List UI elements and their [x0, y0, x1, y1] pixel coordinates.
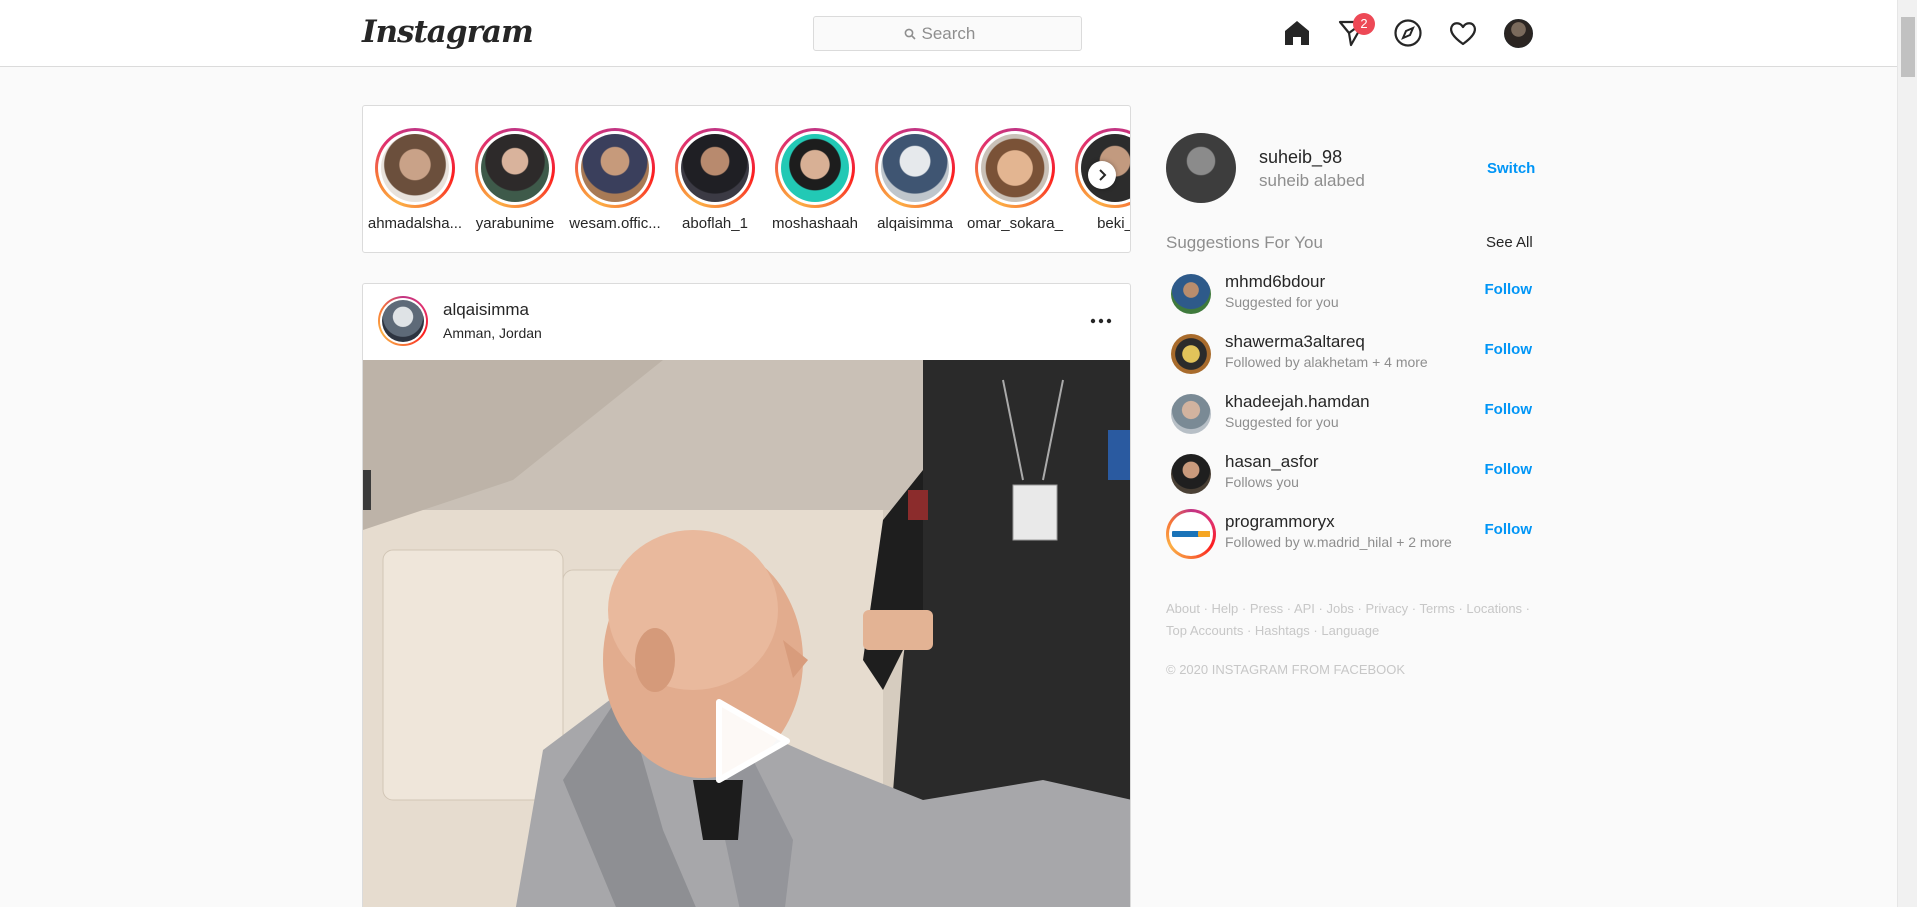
- suggestion-username[interactable]: khadeejah.hamdan: [1225, 392, 1370, 412]
- suggestion-avatar[interactable]: [1171, 454, 1211, 494]
- suggestion-avatar[interactable]: [1171, 394, 1211, 434]
- story-avatar: [781, 134, 849, 202]
- programmoryx-logo: [1172, 531, 1210, 537]
- suggestion-subtitle: Follows you: [1225, 474, 1299, 490]
- story-username: aboflah_1: [682, 215, 748, 232]
- activity-button[interactable]: [1448, 18, 1478, 48]
- story-item[interactable]: yarabunime: [465, 128, 565, 232]
- suggestion-subtitle: Followed by alakhetam + 4 more: [1225, 354, 1428, 370]
- footer-link-privacy[interactable]: Privacy: [1366, 601, 1409, 616]
- video-frame: [363, 360, 1130, 907]
- footer-link-jobs[interactable]: Jobs: [1326, 601, 1353, 616]
- story-username: alqaisimma: [877, 215, 953, 232]
- search-box[interactable]: [813, 16, 1082, 51]
- footer-link-terms[interactable]: Terms: [1419, 601, 1454, 616]
- chevron-right-icon: [1099, 169, 1107, 181]
- story-username: beki_: [1097, 215, 1131, 232]
- explore-button[interactable]: [1393, 18, 1423, 48]
- story-username: yarabunime: [475, 215, 555, 232]
- suggestion-item: khadeejah.hamdan Suggested for you Follo…: [1166, 389, 1532, 439]
- current-user-username[interactable]: suheib_98: [1259, 147, 1342, 168]
- story-avatar: [881, 134, 949, 202]
- post-author-avatar[interactable]: [378, 296, 428, 346]
- story-avatar: [481, 134, 549, 202]
- suggestion-item: mhmd6bdour Suggested for you Follow: [1166, 269, 1532, 319]
- footer-link-about[interactable]: About: [1166, 601, 1200, 616]
- suggestion-username[interactable]: mhmd6bdour: [1225, 272, 1325, 292]
- suggestion-subtitle: Followed by w.madrid_hilal + 2 more: [1225, 534, 1452, 550]
- story-item[interactable]: wesam.offic...: [565, 128, 665, 232]
- post-location[interactable]: Amman, Jordan: [443, 325, 542, 341]
- story-avatar: [581, 134, 649, 202]
- story-item[interactable]: omar_sokara_: [965, 128, 1065, 232]
- compass-icon: [1394, 19, 1422, 47]
- follow-button[interactable]: Follow: [1485, 281, 1533, 298]
- stories-tray: ahmadalsha... yarabunime wesam.offic... …: [362, 105, 1131, 253]
- suggestions-heading: Suggestions For You: [1166, 233, 1323, 252]
- post-author-username[interactable]: alqaisimma: [443, 300, 529, 320]
- suggestion-subtitle: Suggested for you: [1225, 294, 1339, 310]
- suggestion-username[interactable]: shawerma3altareq: [1225, 332, 1365, 352]
- copyright-text: © 2020 INSTAGRAM FROM FACEBOOK: [1166, 662, 1406, 677]
- story-item[interactable]: alqaisimma: [865, 128, 965, 232]
- see-all-link[interactable]: See All: [1486, 234, 1533, 251]
- suggestion-username[interactable]: hasan_asfor: [1225, 452, 1319, 472]
- suggestion-avatar[interactable]: [1166, 509, 1216, 559]
- story-item[interactable]: aboflah_1: [665, 128, 765, 232]
- play-icon[interactable]: [711, 696, 791, 786]
- footer-link-press[interactable]: Press: [1250, 601, 1283, 616]
- footer-link-help[interactable]: Help: [1212, 601, 1239, 616]
- suggestion-item: shawerma3altareq Followed by alakhetam +…: [1166, 329, 1532, 379]
- suggestion-avatar[interactable]: [1171, 274, 1211, 314]
- search-input[interactable]: [921, 23, 992, 44]
- footer-link-top-accounts[interactable]: Top Accounts: [1166, 623, 1243, 638]
- top-navigation-bar: Instagram 2: [0, 0, 1897, 67]
- switch-account-button[interactable]: Switch: [1487, 160, 1535, 177]
- suggestion-username[interactable]: programmoryx: [1225, 512, 1335, 532]
- story-username: ahmadalsha...: [367, 215, 463, 232]
- page-scrollbar[interactable]: [1897, 0, 1917, 907]
- footer-link-hashtags[interactable]: Hashtags: [1255, 623, 1310, 638]
- story-avatar: [381, 134, 449, 202]
- suggestion-subtitle: Suggested for you: [1225, 414, 1339, 430]
- suggestion-item: hasan_asfor Follows you Follow: [1166, 449, 1532, 499]
- footer-link-language[interactable]: Language: [1321, 623, 1379, 638]
- notification-badge: 2: [1353, 13, 1375, 35]
- home-button[interactable]: [1282, 18, 1312, 48]
- post-video[interactable]: [363, 360, 1130, 907]
- story-username: moshashaah: [772, 215, 858, 232]
- follow-button[interactable]: Follow: [1485, 401, 1533, 418]
- story-avatar: [981, 134, 1049, 202]
- feed-post: alqaisimma Amman, Jordan: [362, 283, 1131, 907]
- profile-avatar-button[interactable]: [1504, 19, 1533, 48]
- home-icon: [1285, 21, 1309, 45]
- story-item[interactable]: moshashaah: [765, 128, 865, 232]
- current-user-avatar[interactable]: [1166, 133, 1236, 203]
- story-item[interactable]: ahmadalsha...: [365, 128, 465, 232]
- story-username: wesam.offic...: [569, 215, 661, 232]
- story-avatar: [681, 134, 749, 202]
- follow-button[interactable]: Follow: [1485, 341, 1533, 358]
- heart-icon: [1450, 22, 1476, 46]
- follow-button[interactable]: Follow: [1485, 521, 1533, 538]
- follow-button[interactable]: Follow: [1485, 461, 1533, 478]
- instagram-logo[interactable]: Instagram: [362, 14, 534, 50]
- footer-link-locations[interactable]: Locations: [1466, 601, 1522, 616]
- more-options-icon[interactable]: [1088, 309, 1114, 333]
- stories-next-button[interactable]: [1088, 161, 1116, 189]
- scrollbar-thumb[interactable]: [1901, 17, 1915, 77]
- search-icon: [904, 28, 916, 40]
- footer-links: About · Help · Press · API · Jobs · Priv…: [1166, 601, 1531, 638]
- suggestion-item: programmoryx Followed by w.madrid_hilal …: [1166, 509, 1532, 559]
- current-user-fullname: suheib alabed: [1259, 171, 1365, 190]
- suggestion-avatar[interactable]: [1171, 334, 1211, 374]
- story-username: omar_sokara_: [967, 215, 1063, 232]
- footer-link-api[interactable]: API: [1294, 601, 1315, 616]
